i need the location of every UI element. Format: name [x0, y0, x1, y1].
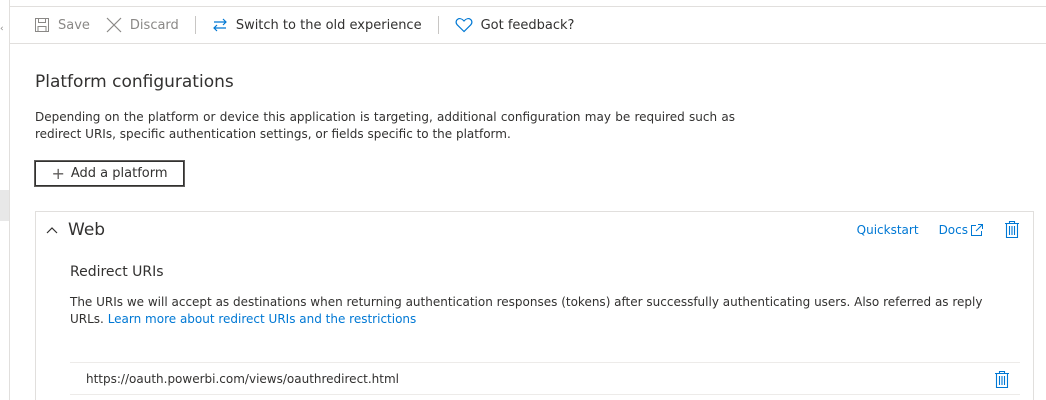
redirect-uris-description: The URIs we will accept as destinations … — [70, 294, 1005, 328]
page-title: Platform configurations — [35, 72, 234, 92]
page-description: Depending on the platform or device this… — [35, 110, 735, 141]
redirect-uri-row: https://oauth.powerbi.com/views/oauthred… — [70, 362, 1020, 395]
toolbar-separator — [437, 16, 439, 34]
quickstart-link[interactable]: Quickstart — [857, 223, 919, 237]
plus-icon: + — [51, 163, 65, 183]
delete-uri-button[interactable] — [994, 370, 1010, 389]
redirect-uris-title: Redirect URIs — [70, 264, 164, 280]
add-platform-label: Add a platform — [70, 166, 168, 181]
add-platform-button[interactable]: + Add a platform — [34, 160, 185, 187]
close-icon — [106, 17, 122, 33]
feedback-label: Got feedback? — [480, 17, 575, 33]
discard-button[interactable]: Discard — [106, 7, 179, 44]
switch-label: Switch to the old experience — [235, 17, 422, 33]
switch-experience-button[interactable]: Switch to the old experience — [212, 7, 422, 44]
heart-icon — [455, 17, 473, 33]
web-card-header[interactable]: Web — [46, 220, 105, 240]
trash-icon — [995, 370, 1009, 389]
delete-platform-button[interactable] — [1004, 220, 1020, 239]
learn-more-link[interactable]: Learn more about redirect URIs and the r… — [108, 312, 417, 326]
toolbar-separator — [194, 16, 196, 34]
docs-link[interactable]: Docs — [939, 223, 984, 237]
switch-arrows-icon — [212, 17, 228, 33]
external-link-icon — [970, 223, 984, 237]
collapse-nav-icon[interactable]: ‹ — [0, 24, 4, 34]
selected-nav-indicator — [0, 190, 9, 221]
docs-label: Docs — [938, 222, 968, 237]
chevron-up-icon — [46, 226, 58, 234]
web-card-actions: Quickstart Docs — [857, 220, 1020, 239]
save-label: Save — [58, 17, 90, 33]
save-button[interactable]: Save — [34, 7, 90, 44]
web-platform-card: Web Quickstart Docs Redirect URIs The UR… — [35, 211, 1034, 400]
save-icon — [34, 17, 50, 33]
discard-label: Discard — [129, 17, 179, 33]
command-bar: Save Discard Switch to the old experienc… — [10, 7, 1046, 44]
redirect-uri-value[interactable]: https://oauth.powerbi.com/views/oauthred… — [86, 372, 399, 386]
web-card-title: Web — [68, 220, 106, 240]
left-nav-rail: ‹ — [0, 0, 10, 400]
trash-icon — [1005, 220, 1019, 239]
feedback-button[interactable]: Got feedback? — [455, 7, 575, 44]
